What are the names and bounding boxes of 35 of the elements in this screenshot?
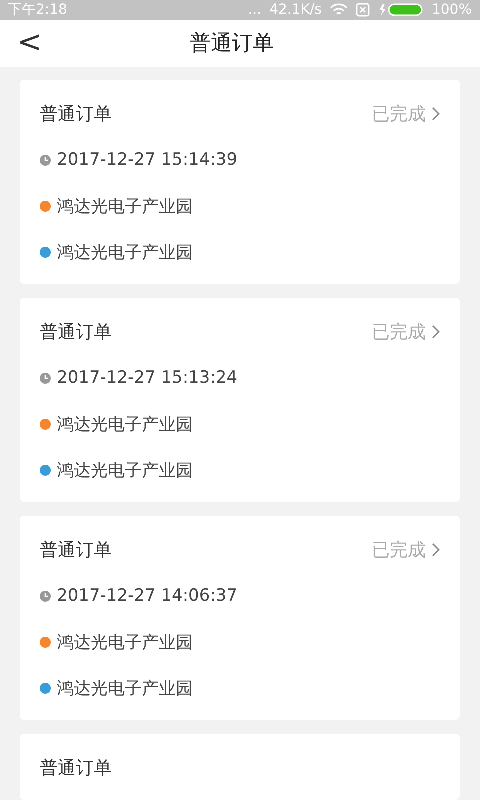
page-title: 普通订单 (189, 30, 275, 58)
order-card[interactable]: 普通订单 已完成 2017-12-27 15:14:39 鸿达光电子产业园 鸿达光电子产业园 (20, 80, 460, 284)
location-name: 鸿达光电子产业园 (57, 460, 193, 482)
order-status: 已完成 (372, 103, 426, 126)
order-status: 已完成 (372, 321, 426, 344)
order-type: 普通订单 (40, 103, 113, 126)
clock-icon (40, 590, 51, 602)
sim-icon (356, 2, 370, 17)
order-time: 2017-12-27 15:14:39 (57, 150, 238, 170)
back-button[interactable]: < (0, 28, 44, 58)
network-speed: 42.1K/s (270, 2, 322, 18)
order-card[interactable]: 普通订单 已完成 2017-12-27 15:13:24 鸿达光电子产业园 鸿达光电子产业园 (20, 298, 460, 502)
battery-percent: 100% (432, 2, 472, 18)
status-dots: ... (248, 2, 262, 18)
location-name: 鸿达光电子产业园 (57, 632, 193, 654)
location-name: 鸿达光电子产业园 (57, 196, 193, 218)
order-card[interactable]: 普通订单 已完成 2017-12-27 14:06:37 鸿达光电子产业园 鸿达光电子产业园 (20, 516, 460, 720)
order-card[interactable]: 普通订单 (20, 734, 460, 800)
wifi-icon (330, 2, 348, 17)
battery-icon (378, 2, 424, 17)
status-time: 下午2:18 (8, 0, 68, 19)
chevron-right-icon (432, 543, 440, 557)
chevron-right-icon (432, 107, 440, 121)
order-type: 普通订单 (40, 757, 113, 780)
chevron-right-icon (432, 325, 440, 339)
location-name: 鸿达光电子产业园 (57, 242, 193, 264)
order-type: 普通订单 (40, 321, 113, 344)
order-time: 2017-12-27 15:13:24 (57, 368, 238, 388)
order-type: 普通订单 (40, 539, 113, 562)
order-time: 2017-12-27 14:06:37 (57, 586, 238, 606)
location-name: 鸿达光电子产业园 (57, 414, 193, 436)
clock-icon (40, 154, 51, 166)
location-name: 鸿达光电子产业园 (57, 678, 193, 700)
clock-icon (40, 372, 51, 384)
order-status: 已完成 (372, 539, 426, 562)
